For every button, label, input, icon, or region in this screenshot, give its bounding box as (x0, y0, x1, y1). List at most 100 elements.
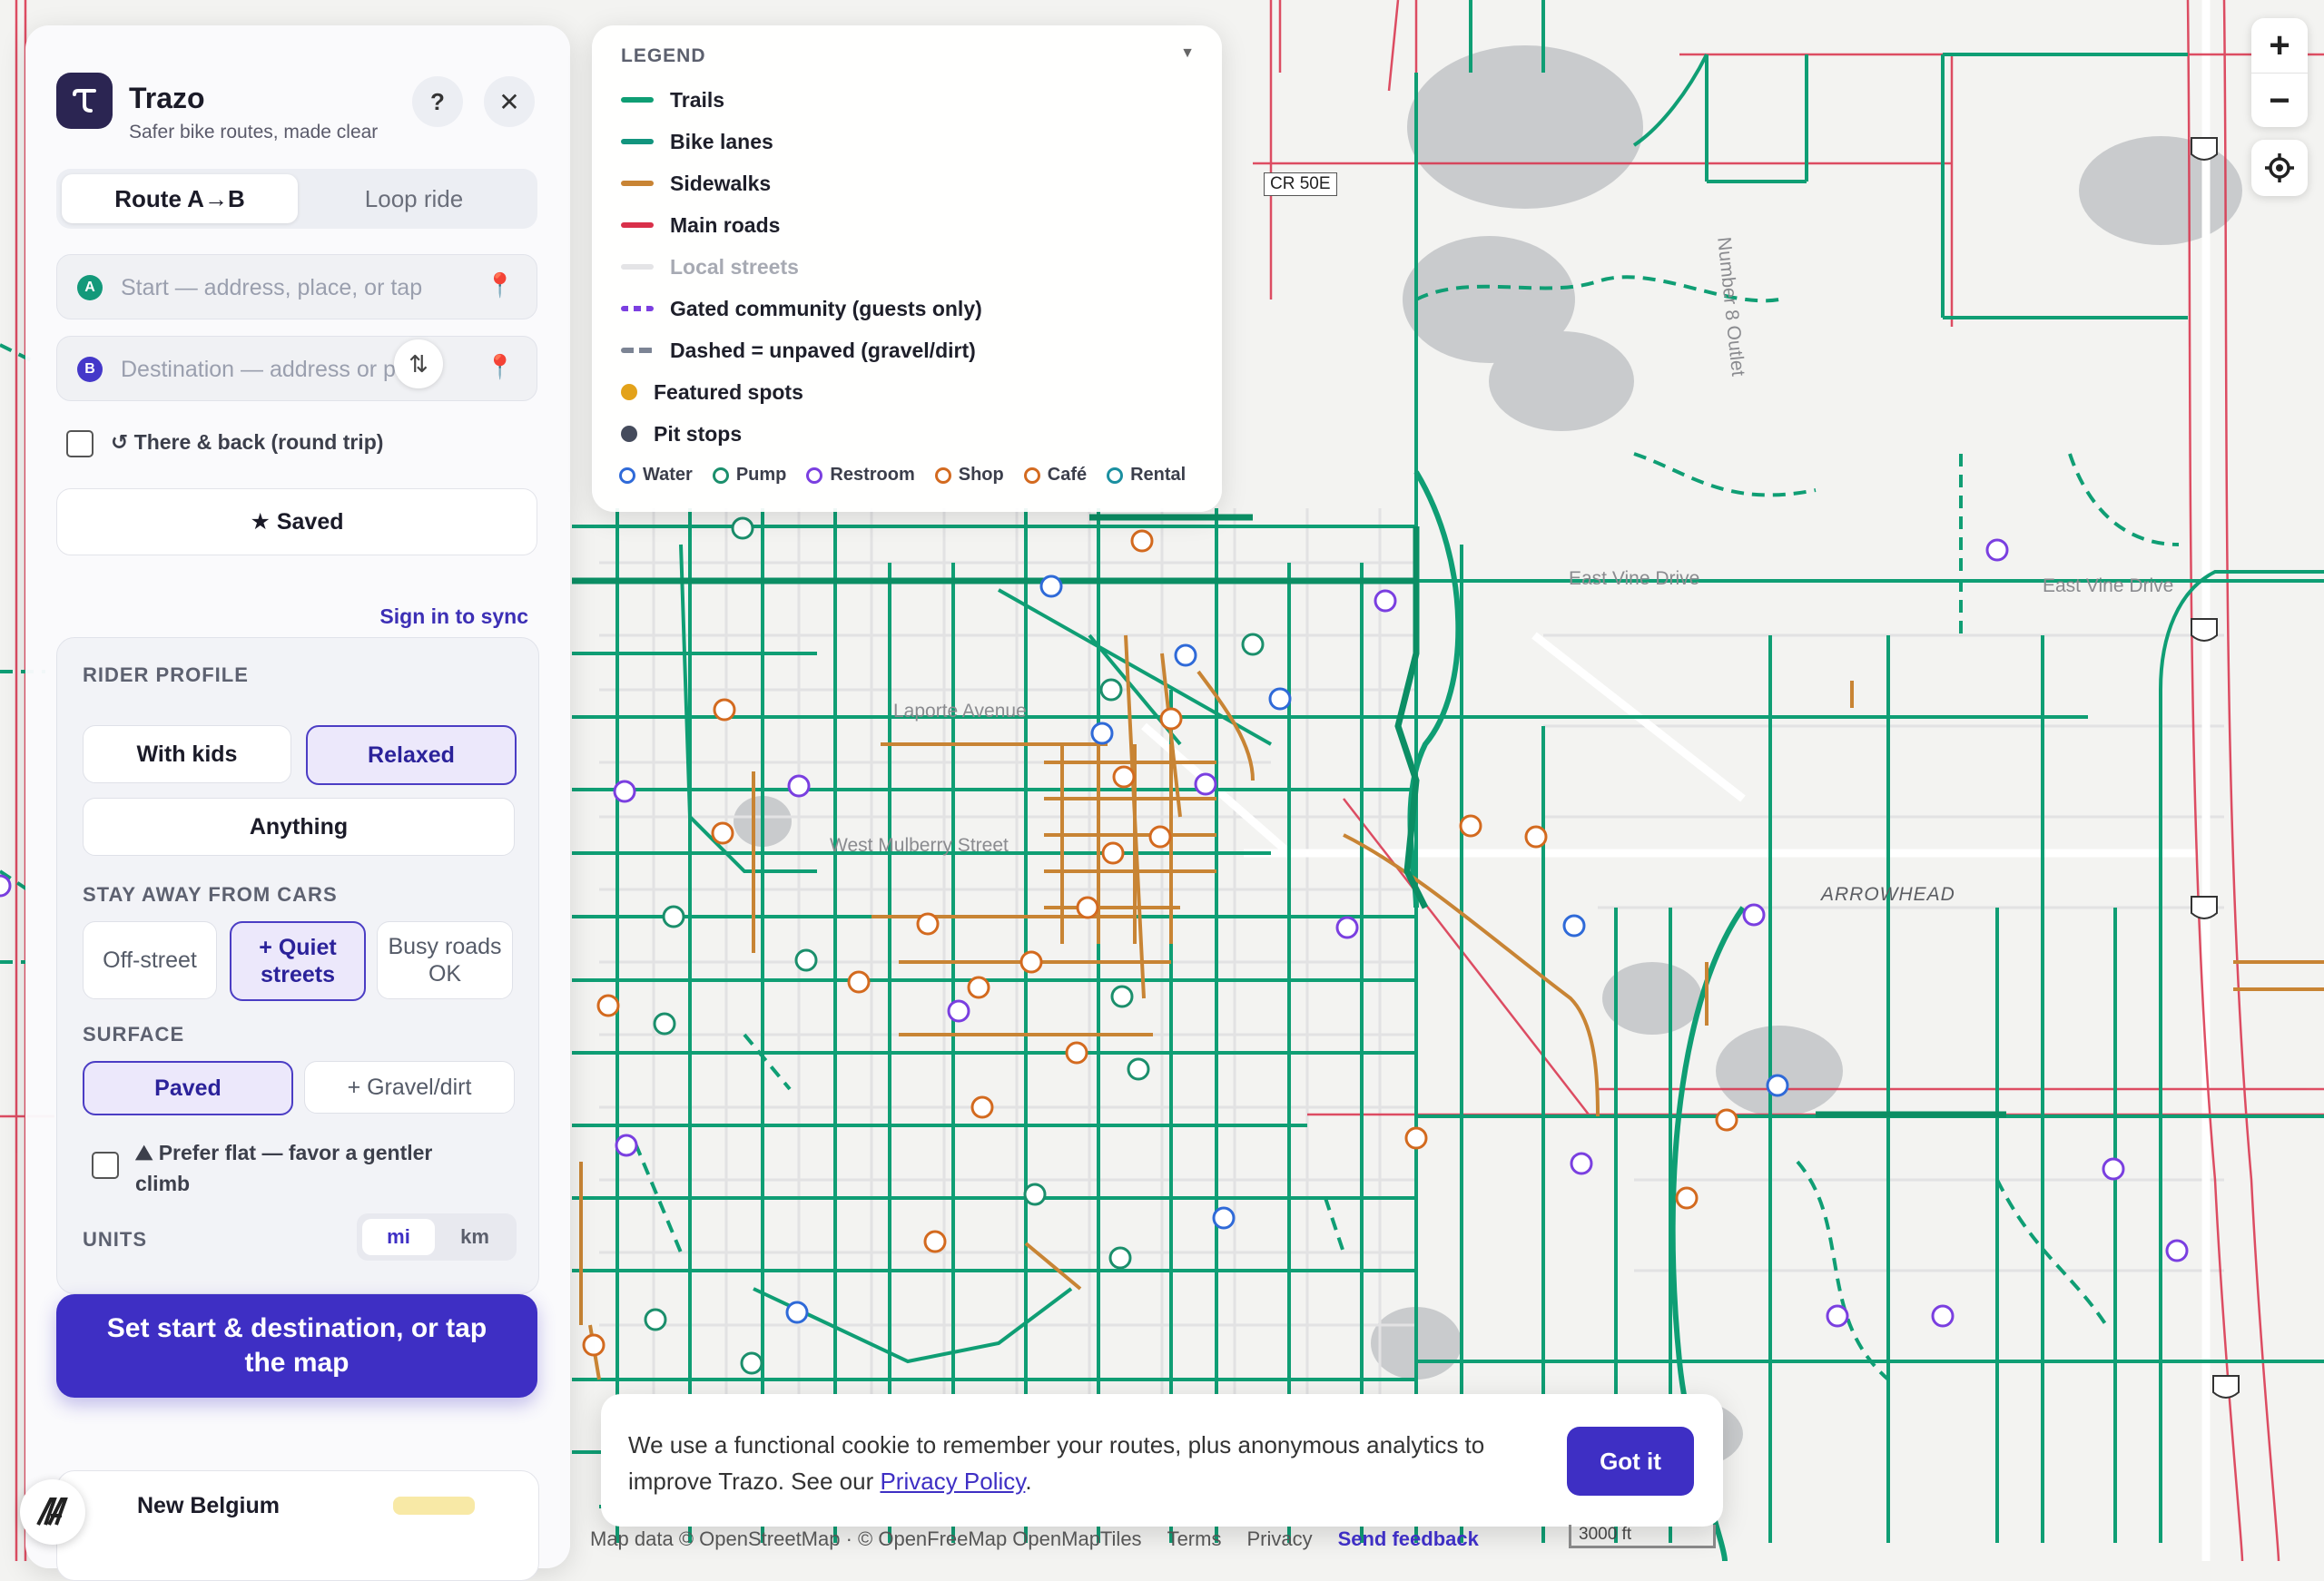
traffic-busy-roads[interactable]: Busy roads OK (377, 921, 513, 999)
pit-shop: Shop (934, 465, 1004, 486)
accessibility-logo-icon[interactable] (20, 1479, 85, 1545)
surface-gravel[interactable]: + Gravel/dirt (304, 1061, 515, 1114)
pit-stop-legend: Water Pump Restroom Shop Café Rental (619, 465, 1206, 486)
profile-anything[interactable]: Anything (83, 798, 515, 856)
profile-with-kids[interactable]: With kids (83, 725, 291, 783)
legend-label: Bike lanes (670, 129, 773, 153)
set-route-button[interactable]: Set start & destination, or tap the map (56, 1294, 537, 1398)
prefer-flat-checkbox[interactable] (92, 1152, 119, 1179)
chevron-down-icon[interactable]: ▼ (1180, 45, 1195, 62)
street-label-east-vine: East Vine Drive (1569, 568, 1700, 589)
tab-route-a-b[interactable]: Route A→B (62, 174, 298, 223)
legend-label: Pit stops (654, 421, 743, 446)
prefer-flat-label: ⛰ Prefer flat — favor a gentler climb (135, 1141, 433, 1195)
close-icon: ✕ (498, 87, 520, 116)
surface-paved[interactable]: Paved (83, 1061, 293, 1115)
pin-icon[interactable]: 📍 (486, 271, 515, 300)
start-badge: A (77, 275, 103, 300)
legend-label: Main roads (670, 212, 781, 237)
cookie-banner: We use a functional cookie to remember y… (601, 1394, 1723, 1527)
traffic-off-street[interactable]: Off-street (83, 921, 217, 999)
close-panel-button[interactable]: ✕ (484, 76, 535, 127)
mode-toggle: Route A→B Loop ride (56, 169, 537, 229)
map-legend: LEGEND ▼ Trails Bike lanes Sidewalks Mai… (592, 25, 1222, 512)
zoom-out-button[interactable]: − (2251, 74, 2308, 128)
crosshair-icon (2265, 153, 2294, 182)
rider-settings: RIDER PROFILE With kids Relaxed Anything… (56, 637, 539, 1294)
pin-icon[interactable]: 📍 (486, 353, 515, 381)
restroom-icon (806, 466, 823, 484)
legend-label: Sidewalks (670, 171, 772, 195)
legend-label: Dashed = unpaved (gravel/dirt) (670, 338, 976, 362)
legend-swatch (621, 139, 654, 144)
zoom-control: + − (2251, 18, 2308, 127)
send-feedback-link[interactable]: Send feedback (1338, 1527, 1479, 1551)
pump-icon (712, 466, 729, 484)
surface-title: SURFACE (83, 1023, 185, 1046)
units-km[interactable]: km (438, 1219, 511, 1255)
round-trip-label: ↺ There & back (round trip) (111, 430, 384, 454)
cookie-text: We use a functional cookie to remember y… (628, 1431, 1485, 1495)
zoom-in-button[interactable]: + (2251, 18, 2308, 74)
featured-spot-title: New Belgium (137, 1493, 280, 1518)
app-tagline: Safer bike routes, made clear (129, 122, 379, 142)
featured-tag (393, 1497, 475, 1515)
legend-swatch (621, 264, 654, 270)
destination-field[interactable]: B Destination — address or plac 📍 (56, 336, 537, 401)
street-label-laporte: Laporte Avenue (893, 701, 1027, 722)
legend-swatch (621, 222, 654, 228)
legend-item: Pit stops (621, 416, 742, 452)
terms-link[interactable]: Terms (1167, 1527, 1222, 1551)
profile-relaxed[interactable]: Relaxed (306, 725, 517, 785)
swap-icon: ⇅ (409, 349, 428, 378)
shop-icon (934, 466, 951, 484)
water-icon (619, 466, 635, 484)
street-label-east-vine-2: East Vine Drive (2043, 575, 2174, 596)
pit-rental: Rental (1107, 465, 1186, 486)
units-title: UNITS (83, 1228, 147, 1251)
legend-item: Gated community (guests only) (621, 290, 982, 327)
units-mi[interactable]: mi (362, 1219, 435, 1255)
privacy-link[interactable]: Privacy (1246, 1527, 1312, 1551)
road-tag-cr50e: CR 50E (1264, 172, 1337, 196)
scale-bar: 3000 ft (1569, 1525, 1716, 1548)
legend-item: Dashed = unpaved (gravel/dirt) (621, 332, 976, 368)
destination-badge: B (77, 357, 103, 382)
start-field[interactable]: A Start — address, place, or tap 📍 (56, 254, 537, 319)
rental-icon (1107, 466, 1124, 484)
legend-title: LEGEND (621, 45, 706, 66)
map-data-credit[interactable]: Map data © OpenStreetMap · © OpenFreeMap… (590, 1527, 1142, 1551)
sign-in-link[interactable]: Sign in to sync (379, 604, 528, 629)
saved-button[interactable]: ★ Saved (56, 488, 537, 555)
legend-label: Gated community (guests only) (670, 296, 982, 320)
legend-item: Sidewalks (621, 165, 771, 201)
stay-away-title: STAY AWAY FROM CARS (83, 883, 338, 906)
trazo-logo-icon (56, 73, 113, 129)
legend-item: Trails (621, 82, 724, 118)
swap-endpoints-button[interactable]: ⇅ (394, 339, 443, 388)
traffic-quiet-streets[interactable]: + Quiet streets (230, 921, 366, 1001)
featured-spot-card[interactable]: New Belgium (56, 1470, 539, 1581)
legend-item: Main roads (621, 207, 780, 243)
tab-loop-ride[interactable]: Loop ride (296, 174, 532, 223)
privacy-policy-link[interactable]: Privacy Policy (880, 1468, 1025, 1495)
rider-profile-title: RIDER PROFILE (83, 663, 249, 686)
legend-swatch (621, 97, 654, 103)
pit-pump: Pump (712, 465, 786, 486)
round-trip-checkbox[interactable] (66, 430, 94, 457)
legend-swatch (621, 181, 654, 186)
street-label-mulberry: West Mulberry Street (830, 835, 1009, 856)
units-toggle: mi km (357, 1213, 517, 1261)
start-input[interactable]: Start — address, place, or tap (121, 275, 466, 301)
accept-cookie-button[interactable]: Got it (1567, 1427, 1694, 1496)
legend-label: Featured spots (654, 379, 803, 404)
pit-cafe: Café (1023, 465, 1087, 486)
pit-restroom: Restroom (806, 465, 915, 486)
app-title: Trazo (129, 82, 205, 114)
locate-me-button[interactable] (2251, 140, 2308, 196)
legend-item: Bike lanes (621, 123, 773, 160)
legend-swatch (621, 306, 654, 311)
help-button[interactable]: ? (412, 76, 463, 127)
cafe-icon (1023, 466, 1040, 484)
legend-item: Local streets (621, 249, 799, 285)
